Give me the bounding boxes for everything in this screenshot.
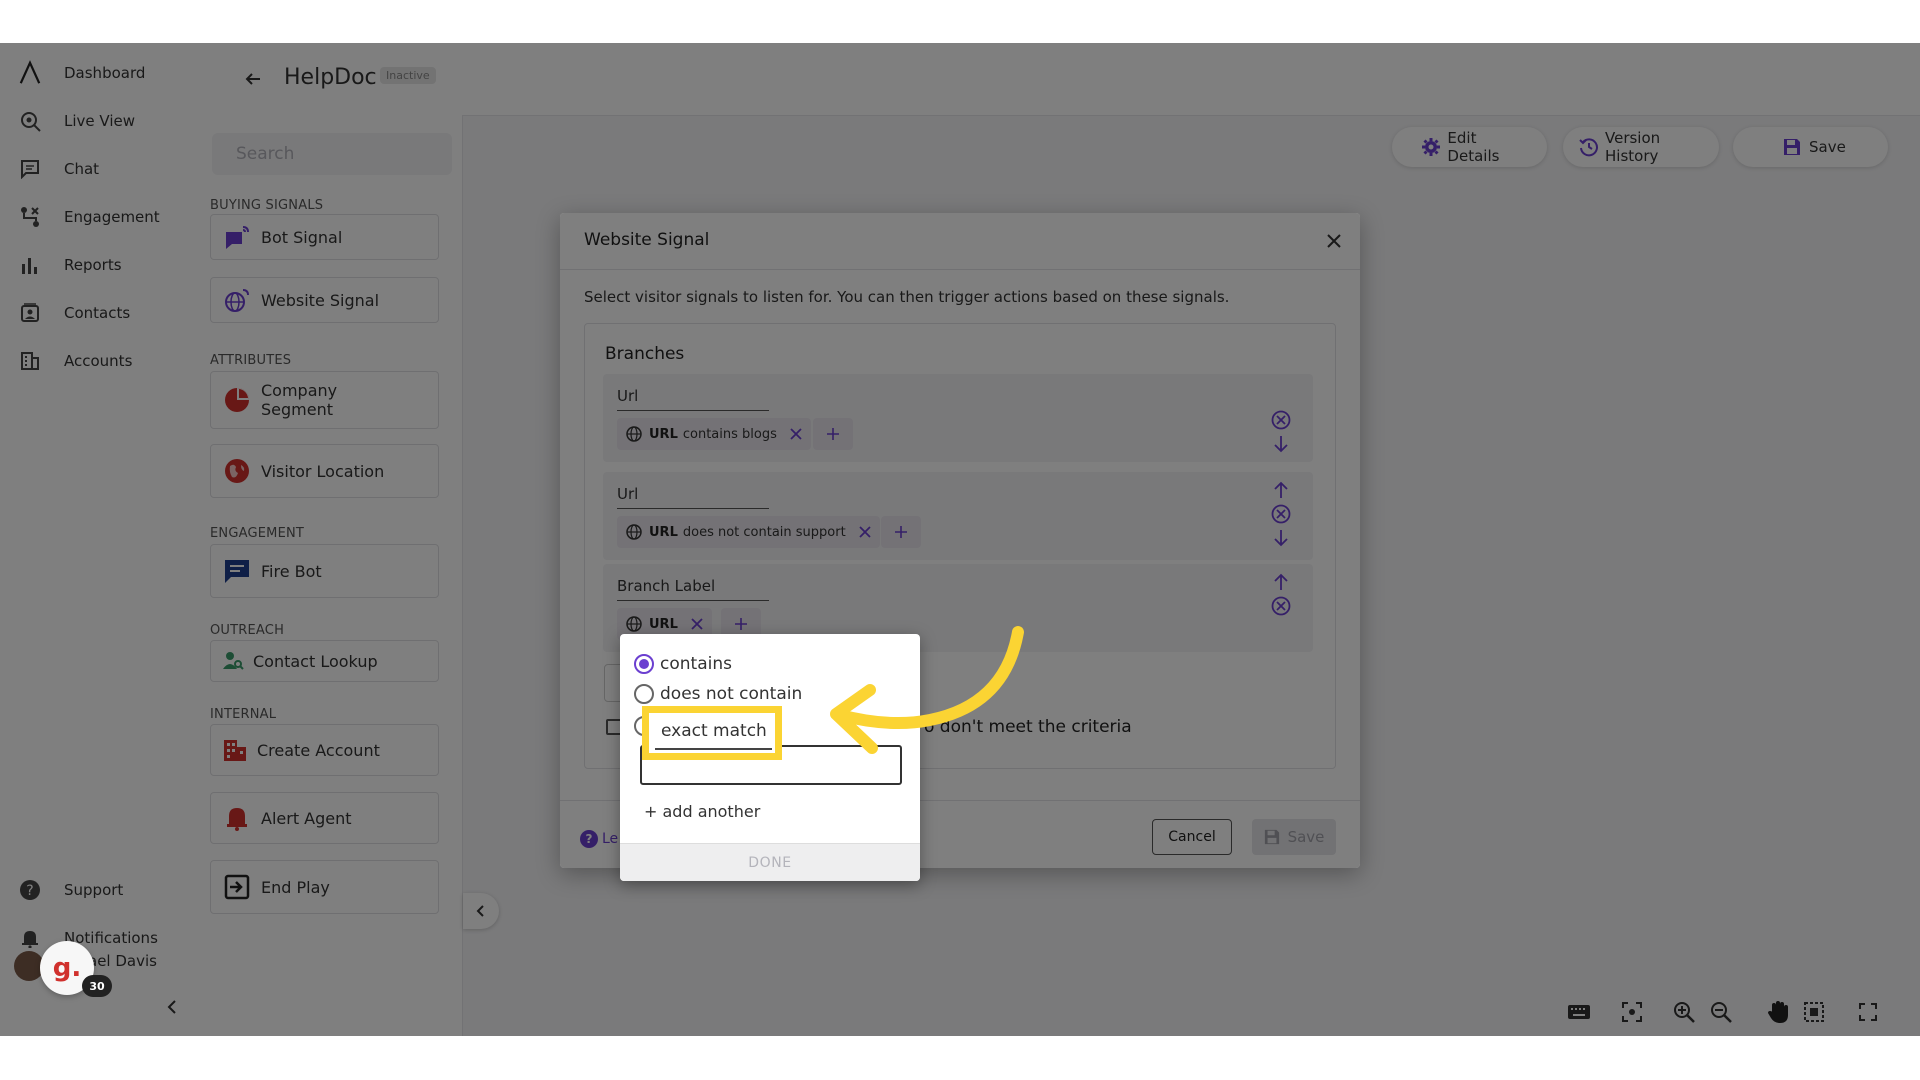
radio-selected-icon bbox=[634, 654, 654, 674]
notification-count-badge: 30 bbox=[82, 975, 112, 997]
tutorial-arrow-icon bbox=[830, 626, 1024, 754]
radio-does-not-contain[interactable]: does not contain bbox=[634, 684, 802, 704]
radio-contains[interactable]: contains bbox=[634, 654, 732, 674]
highlight-label: exact match bbox=[661, 721, 767, 741]
highlight-exact-match[interactable]: exact match bbox=[642, 706, 782, 760]
badge-letter: g. bbox=[52, 953, 82, 983]
underline bbox=[655, 748, 772, 750]
done-button[interactable]: DONE bbox=[620, 844, 920, 881]
radio-label: contains bbox=[660, 654, 732, 674]
radio-label: does not contain bbox=[660, 684, 803, 704]
add-another-link[interactable]: + add another bbox=[644, 802, 760, 821]
radio-unselected-icon bbox=[634, 684, 654, 704]
